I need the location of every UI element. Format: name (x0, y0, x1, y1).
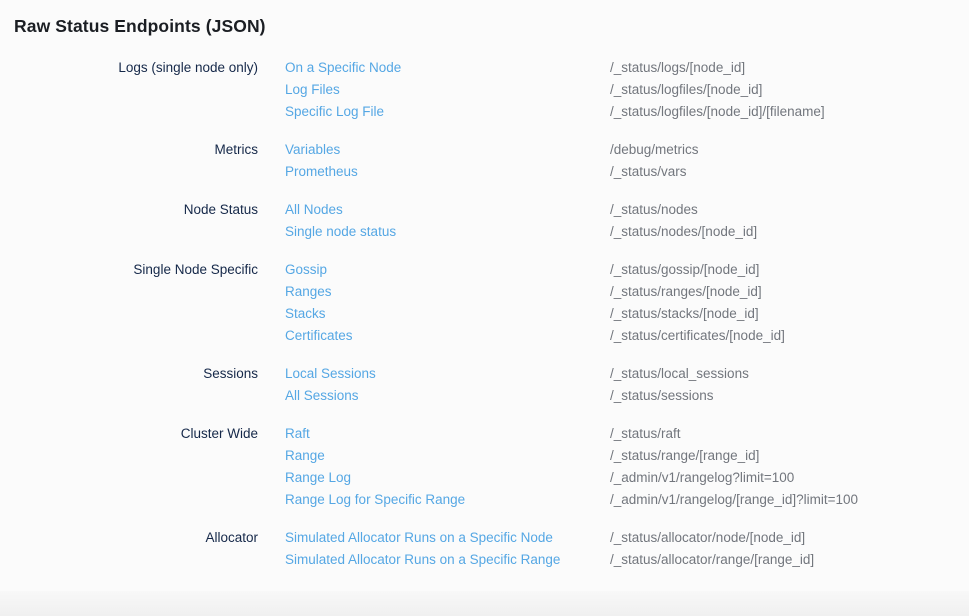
endpoint-link[interactable]: Stacks (285, 306, 326, 321)
endpoint-link[interactable]: All Nodes (285, 202, 343, 217)
category-label: Single Node Specific (0, 259, 258, 281)
footer-strip (0, 591, 969, 616)
endpoint-link[interactable]: Raft (285, 426, 310, 441)
endpoint-link[interactable]: Range (285, 448, 325, 463)
endpoint-link[interactable]: Ranges (285, 284, 332, 299)
endpoint-group: Allocator Simulated Allocator Runs on a S… (0, 527, 969, 571)
endpoint-link[interactable]: Single node status (285, 224, 396, 239)
endpoints-table: Logs (single node only) On a Specific Nod… (0, 57, 969, 571)
endpoint-path: /_status/logs/[node_id] (610, 57, 969, 79)
endpoint-path: /_status/stacks/[node_id] (610, 303, 969, 325)
page-title: Raw Status Endpoints (JSON) (14, 13, 969, 39)
endpoint-path: /_status/sessions (610, 385, 969, 407)
endpoint-path: /_status/ranges/[node_id] (610, 281, 969, 303)
endpoint-group: Node Status All Nodes /_status/nodes Single… (0, 199, 969, 243)
endpoint-path: /_status/allocator/node/[node_id] (610, 527, 969, 549)
endpoint-path: /_status/gossip/[node_id] (610, 259, 969, 281)
endpoint-path: /_admin/v1/rangelog/[range_id]?limit=100 (610, 489, 969, 511)
endpoint-group: Sessions Local Sessions /_status/local_ses… (0, 363, 969, 407)
endpoint-link[interactable]: Simulated Allocator Runs on a Specific N… (285, 530, 553, 545)
endpoint-path: /_status/local_sessions (610, 363, 969, 385)
endpoint-link[interactable]: On a Specific Node (285, 60, 401, 75)
category-label: Metrics (0, 139, 258, 161)
endpoint-group: Single Node Specific Gossip /_status/gossi… (0, 259, 969, 347)
endpoint-path: /_status/nodes (610, 199, 969, 221)
endpoint-group: Cluster Wide Raft /_status/raft Range /_stat… (0, 423, 969, 511)
endpoint-link[interactable]: Gossip (285, 262, 327, 277)
endpoint-path: /_status/vars (610, 161, 969, 183)
endpoint-group: Metrics Variables/debug/metrics Prometheus… (0, 139, 969, 183)
endpoint-path: /debug/metrics (610, 139, 969, 161)
endpoint-path: /_status/allocator/range/[range_id] (610, 549, 969, 571)
endpoint-link[interactable]: Variables (285, 142, 340, 157)
category-label: Logs (single node only) (0, 57, 258, 79)
category-label: Sessions (0, 363, 258, 385)
endpoint-link[interactable]: Local Sessions (285, 366, 376, 381)
endpoint-link[interactable]: Simulated Allocator Runs on a Specific R… (285, 552, 560, 567)
endpoint-link[interactable]: Specific Log File (285, 104, 384, 119)
category-label: Cluster Wide (0, 423, 258, 445)
endpoint-path: /_status/certificates/[node_id] (610, 325, 969, 347)
endpoint-path: /_status/logfiles/[node_id] (610, 79, 969, 101)
endpoint-path: /_admin/v1/rangelog?limit=100 (610, 467, 969, 489)
endpoint-link[interactable]: Prometheus (285, 164, 358, 179)
endpoint-link[interactable]: Range Log for Specific Range (285, 492, 465, 507)
category-label: Allocator (0, 527, 258, 549)
endpoint-group: Logs (single node only) On a Specific Nod… (0, 57, 969, 123)
endpoint-path: /_status/raft (610, 423, 969, 445)
endpoint-path: /_status/nodes/[node_id] (610, 221, 969, 243)
endpoint-link[interactable]: Certificates (285, 328, 353, 343)
endpoint-link[interactable]: All Sessions (285, 388, 359, 403)
category-label: Node Status (0, 199, 258, 221)
endpoint-path: /_status/range/[range_id] (610, 445, 969, 467)
endpoint-link[interactable]: Range Log (285, 470, 351, 485)
endpoint-path: /_status/logfiles/[node_id]/[filename] (610, 101, 969, 123)
endpoint-link[interactable]: Log Files (285, 82, 340, 97)
